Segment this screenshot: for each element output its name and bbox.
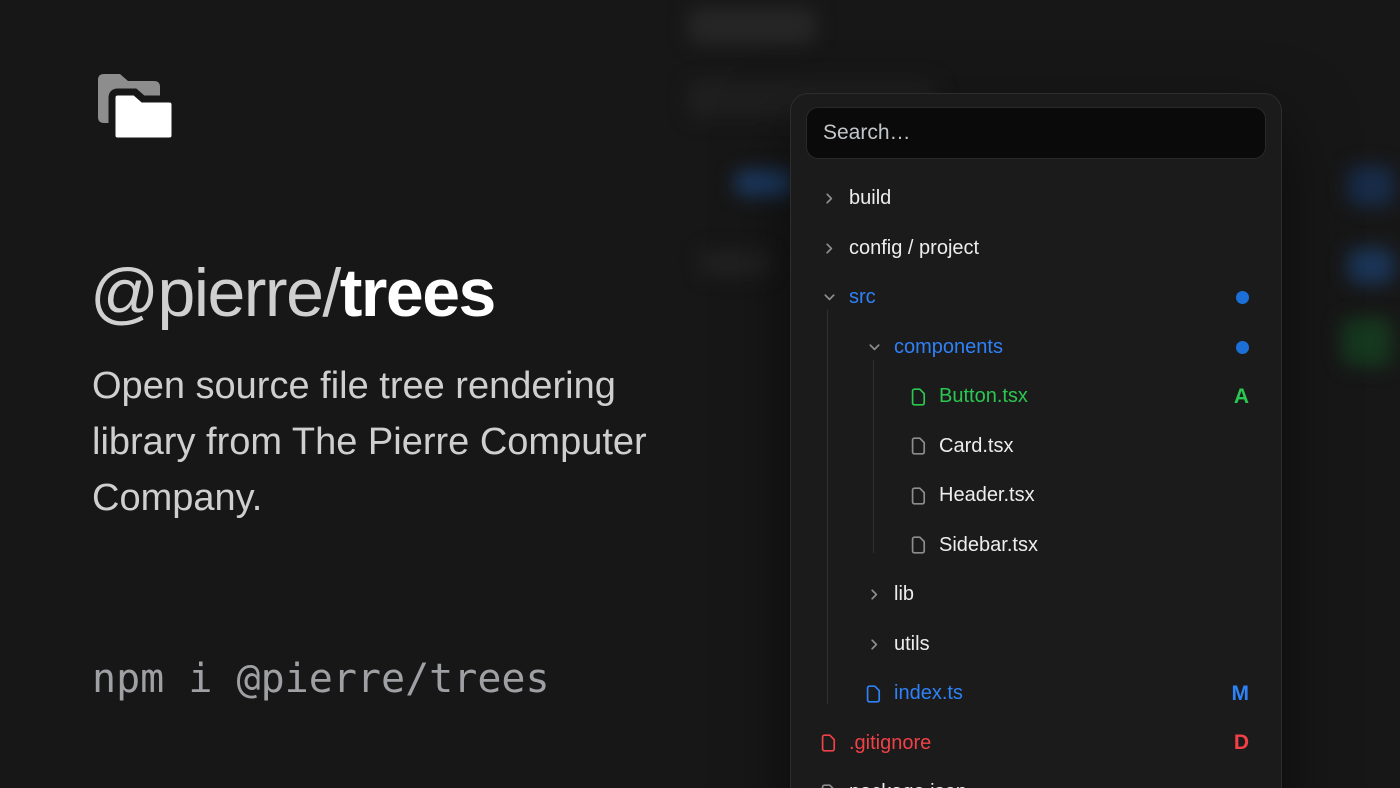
- search-input[interactable]: [806, 107, 1266, 159]
- description-text: Open source file tree rendering library …: [92, 358, 692, 526]
- tree-row-label: .gitignore: [849, 732, 931, 755]
- tree-row-label: Button.tsx: [939, 385, 1028, 408]
- tree-row[interactable]: Button.tsx A: [791, 372, 1281, 422]
- tree-row-label: index.ts: [894, 682, 963, 705]
- chevron-down-icon: [819, 290, 839, 305]
- file-icon: [909, 437, 929, 455]
- git-status-badge: D: [1234, 731, 1249, 755]
- file-tree-panel: build config / project src components Bu…: [790, 93, 1282, 788]
- page-title: @pierre/trees: [90, 254, 495, 332]
- tree-row-label: lib: [894, 583, 914, 606]
- tree-row-label: Header.tsx: [939, 484, 1035, 507]
- tree-row-label: Sidebar.tsx: [939, 534, 1038, 557]
- chevron-right-icon: [864, 637, 884, 652]
- tree-row[interactable]: utils: [791, 620, 1281, 670]
- tree-row[interactable]: lib: [791, 570, 1281, 620]
- file-icon: [909, 487, 929, 505]
- background-blur-blob: [1348, 166, 1394, 206]
- unsaved-dot-badge: [1236, 341, 1249, 354]
- file-icon: [819, 784, 839, 788]
- chevron-right-icon: [819, 241, 839, 256]
- page: @pierre/trees Open source file tree rend…: [0, 0, 1400, 788]
- git-status-badge: A: [1234, 385, 1249, 409]
- tree-row[interactable]: package.json: [791, 768, 1281, 788]
- stacked-folders-logo-icon: [90, 68, 182, 152]
- chevron-right-icon: [819, 191, 839, 206]
- chevron-right-icon: [864, 587, 884, 602]
- tree-row[interactable]: src: [791, 273, 1281, 323]
- title-scope: @pierre/: [90, 255, 340, 331]
- tree-row-label: package.json: [849, 781, 967, 788]
- background-blur-blob: [1348, 248, 1394, 284]
- tree-row[interactable]: index.ts M: [791, 669, 1281, 719]
- file-icon: [864, 685, 884, 703]
- background-blur-blob: [688, 8, 816, 44]
- tree-row[interactable]: config / project: [791, 224, 1281, 274]
- git-status-badge: M: [1232, 682, 1250, 706]
- file-icon: [909, 536, 929, 554]
- tree-row[interactable]: Header.tsx: [791, 471, 1281, 521]
- install-command: npm i @pierre/trees: [92, 656, 550, 702]
- tree-row-label: components: [894, 336, 1003, 359]
- file-tree: build config / project src components Bu…: [791, 174, 1281, 788]
- background-blur-blob: [735, 170, 793, 196]
- unsaved-dot-badge: [1236, 291, 1249, 304]
- background-blur-blob: [700, 250, 770, 276]
- tree-row[interactable]: Sidebar.tsx: [791, 521, 1281, 571]
- file-icon: [819, 734, 839, 752]
- chevron-down-icon: [864, 340, 884, 355]
- tree-row[interactable]: .gitignore D: [791, 719, 1281, 769]
- background-blur-blob: [1342, 318, 1392, 366]
- tree-row[interactable]: Card.tsx: [791, 422, 1281, 472]
- tree-row[interactable]: components: [791, 323, 1281, 373]
- title-name: trees: [340, 255, 495, 331]
- tree-row[interactable]: build: [791, 174, 1281, 224]
- tree-row-label: build: [849, 187, 891, 210]
- tree-row-label: Card.tsx: [939, 435, 1013, 458]
- file-icon: [909, 388, 929, 406]
- tree-row-label: config / project: [849, 237, 979, 260]
- hero-section: @pierre/trees Open source file tree rend…: [0, 0, 700, 788]
- tree-row-label: utils: [894, 633, 930, 656]
- tree-row-label: src: [849, 286, 876, 309]
